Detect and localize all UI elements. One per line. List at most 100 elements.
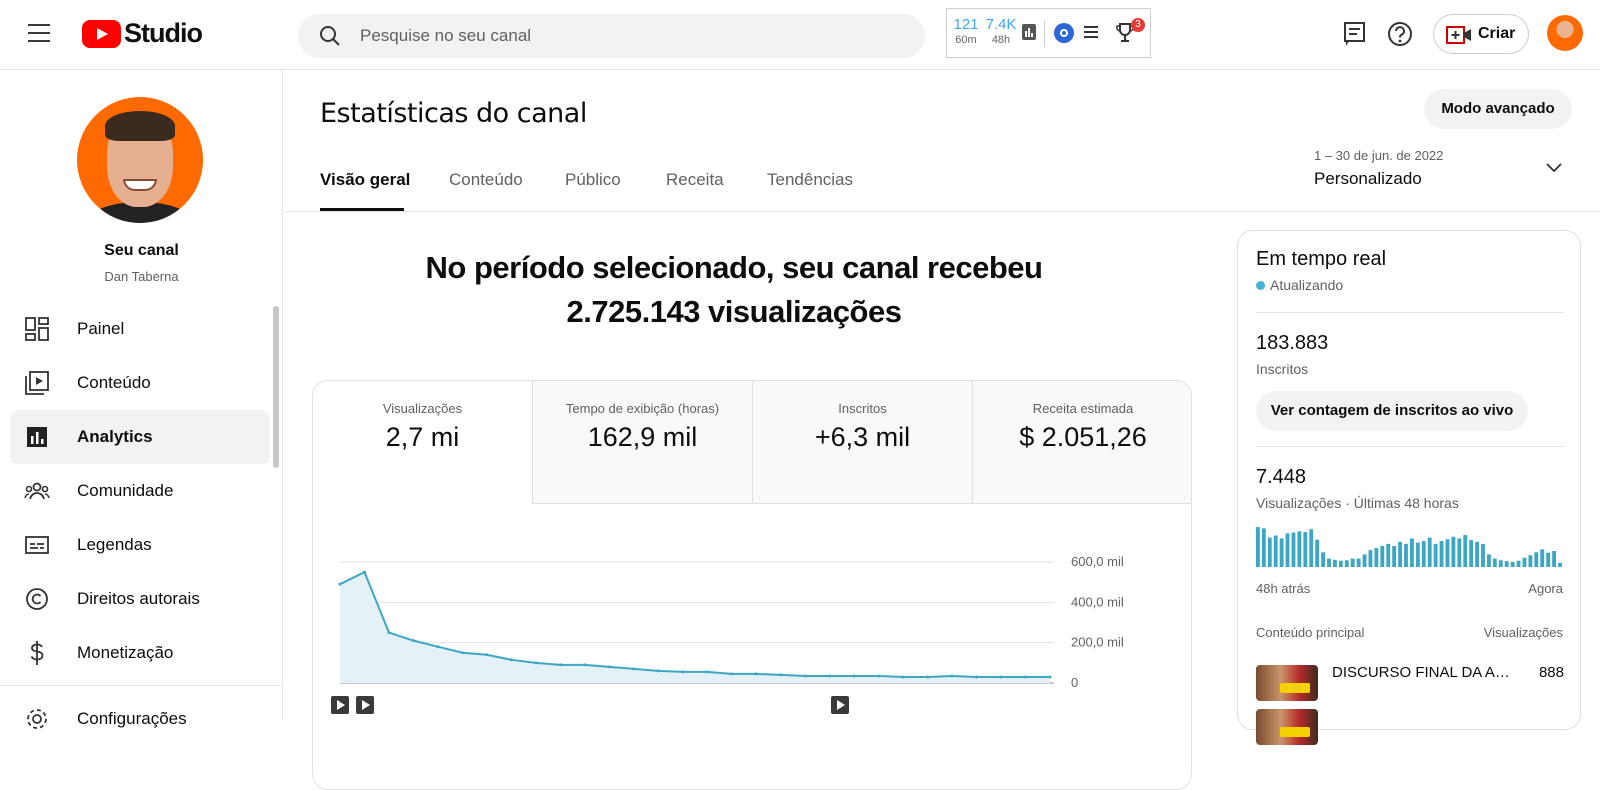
realtime-bar[interactable]: [1528, 555, 1533, 567]
search-bar[interactable]: [298, 14, 925, 58]
data-point[interactable]: [1048, 675, 1052, 679]
views-chart[interactable]: 600,0 mil 400,0 mil 200,0 mil 0: [313, 506, 1192, 716]
data-point[interactable]: [877, 674, 881, 678]
realtime-bar[interactable]: [1285, 533, 1290, 567]
data-point[interactable]: [779, 673, 783, 677]
realtime-bar[interactable]: [1303, 532, 1308, 567]
realtime-bar[interactable]: [1368, 550, 1373, 567]
data-point[interactable]: [632, 667, 636, 671]
data-point[interactable]: [999, 675, 1003, 679]
feedback-icon[interactable]: [1341, 20, 1369, 48]
sidebar-item-direitos-autorais[interactable]: Direitos autorais: [10, 572, 270, 626]
data-point[interactable]: [926, 675, 930, 679]
data-point[interactable]: [485, 653, 489, 657]
realtime-bar[interactable]: [1338, 560, 1343, 567]
vidiq-icon[interactable]: [1054, 23, 1074, 43]
data-point[interactable]: [852, 674, 856, 678]
realtime-bar[interactable]: [1374, 548, 1379, 567]
realtime-bar[interactable]: [1256, 527, 1260, 567]
video-thumbnail[interactable]: [1256, 709, 1318, 745]
studio-logo[interactable]: Studio: [82, 18, 203, 49]
tab-visao-geral[interactable]: Visão geral: [320, 170, 410, 190]
realtime-bar[interactable]: [1362, 554, 1367, 567]
realtime-bar[interactable]: [1433, 543, 1438, 567]
realtime-bar[interactable]: [1309, 529, 1314, 567]
data-point[interactable]: [950, 674, 954, 678]
realtime-bar[interactable]: [1273, 535, 1278, 568]
play-icon[interactable]: [356, 696, 374, 714]
realtime-bar[interactable]: [1498, 560, 1503, 567]
sidebar-item-comunidade[interactable]: Comunidade: [10, 464, 270, 518]
sidebar-item-configuracoes[interactable]: Configurações: [10, 692, 270, 746]
tab-publico[interactable]: Público: [565, 170, 621, 190]
realtime-bar[interactable]: [1546, 552, 1551, 567]
realtime-bar[interactable]: [1522, 557, 1527, 567]
realtime-bar[interactable]: [1380, 546, 1385, 567]
data-point[interactable]: [534, 661, 538, 665]
realtime-bar[interactable]: [1410, 538, 1414, 567]
top-content-title[interactable]: DISCURSO FINAL DA ADV...: [1332, 664, 1510, 681]
realtime-bar[interactable]: [1540, 549, 1545, 567]
play-icon[interactable]: [831, 696, 849, 714]
extension-widget[interactable]: 121 60m 7.4K 48h 3: [946, 8, 1151, 58]
realtime-bar[interactable]: [1463, 535, 1468, 567]
realtime-bar[interactable]: [1469, 540, 1474, 567]
realtime-bar[interactable]: [1534, 552, 1539, 567]
data-point[interactable]: [338, 582, 342, 586]
realtime-bar[interactable]: [1386, 543, 1391, 567]
realtime-bar[interactable]: [1504, 561, 1509, 567]
data-point[interactable]: [558, 663, 562, 667]
account-avatar[interactable]: [1547, 15, 1583, 51]
sidebar-item-conteudo[interactable]: Conteúdo: [10, 356, 270, 410]
data-point[interactable]: [411, 639, 415, 643]
sidebar-item-painel[interactable]: Painel: [10, 302, 270, 356]
metric-card-subscribers[interactable]: Inscritos +6,3 mil: [753, 381, 973, 504]
data-point[interactable]: [705, 670, 709, 674]
realtime-bar[interactable]: [1398, 541, 1403, 567]
sidebar-scrollbar[interactable]: [273, 306, 279, 468]
data-point[interactable]: [803, 674, 807, 678]
data-point[interactable]: [362, 570, 366, 574]
realtime-bar[interactable]: [1427, 537, 1432, 567]
realtime-bar[interactable]: [1315, 539, 1320, 567]
data-point[interactable]: [387, 631, 391, 635]
search-input[interactable]: [360, 14, 900, 58]
search-icon[interactable]: [318, 24, 342, 48]
data-point[interactable]: [901, 675, 905, 679]
data-point[interactable]: [509, 658, 513, 662]
create-button[interactable]: Criar: [1433, 14, 1529, 54]
realtime-bar[interactable]: [1344, 560, 1349, 567]
realtime-bar[interactable]: [1439, 540, 1444, 567]
sidebar-item-legendas[interactable]: Legendas: [10, 518, 270, 572]
realtime-bar[interactable]: [1516, 560, 1521, 567]
live-subscriber-count-button[interactable]: Ver contagem de inscritos ao vivo: [1256, 391, 1528, 431]
data-point[interactable]: [583, 663, 587, 667]
realtime-bar[interactable]: [1552, 551, 1557, 567]
data-point[interactable]: [1024, 675, 1028, 679]
realtime-bar[interactable]: [1291, 532, 1296, 567]
metric-card-watch-time[interactable]: Tempo de exibição (horas) 162,9 mil: [533, 381, 753, 504]
realtime-bar[interactable]: [1356, 558, 1361, 567]
realtime-bar[interactable]: [1404, 543, 1408, 567]
channel-avatar[interactable]: [77, 97, 203, 223]
realtime-bar[interactable]: [1445, 539, 1450, 567]
video-thumbnail[interactable]: [1256, 665, 1318, 701]
metric-card-revenue[interactable]: Receita estimada $ 2.051,26: [973, 381, 1191, 504]
sidebar-item-analytics[interactable]: Analytics: [10, 410, 270, 464]
advanced-mode-button[interactable]: Modo avançado: [1424, 89, 1572, 129]
tab-tendencias[interactable]: Tendências: [767, 170, 853, 190]
realtime-views-chart[interactable]: [1256, 525, 1564, 567]
sidebar-item-monetizacao[interactable]: Monetização: [10, 626, 270, 680]
realtime-bar[interactable]: [1421, 540, 1426, 567]
data-point[interactable]: [656, 669, 660, 673]
play-icon[interactable]: [331, 696, 349, 714]
chevron-down-icon[interactable]: [1546, 163, 1562, 173]
bar-chart-icon[interactable]: [1022, 24, 1036, 40]
menu-icon[interactable]: [28, 24, 50, 42]
help-icon[interactable]: [1386, 20, 1414, 48]
metric-card-views[interactable]: Visualizações 2,7 mi: [313, 381, 533, 504]
realtime-bar[interactable]: [1415, 542, 1420, 567]
tab-receita[interactable]: Receita: [666, 170, 724, 190]
realtime-bar[interactable]: [1327, 558, 1331, 567]
data-point[interactable]: [460, 651, 464, 655]
